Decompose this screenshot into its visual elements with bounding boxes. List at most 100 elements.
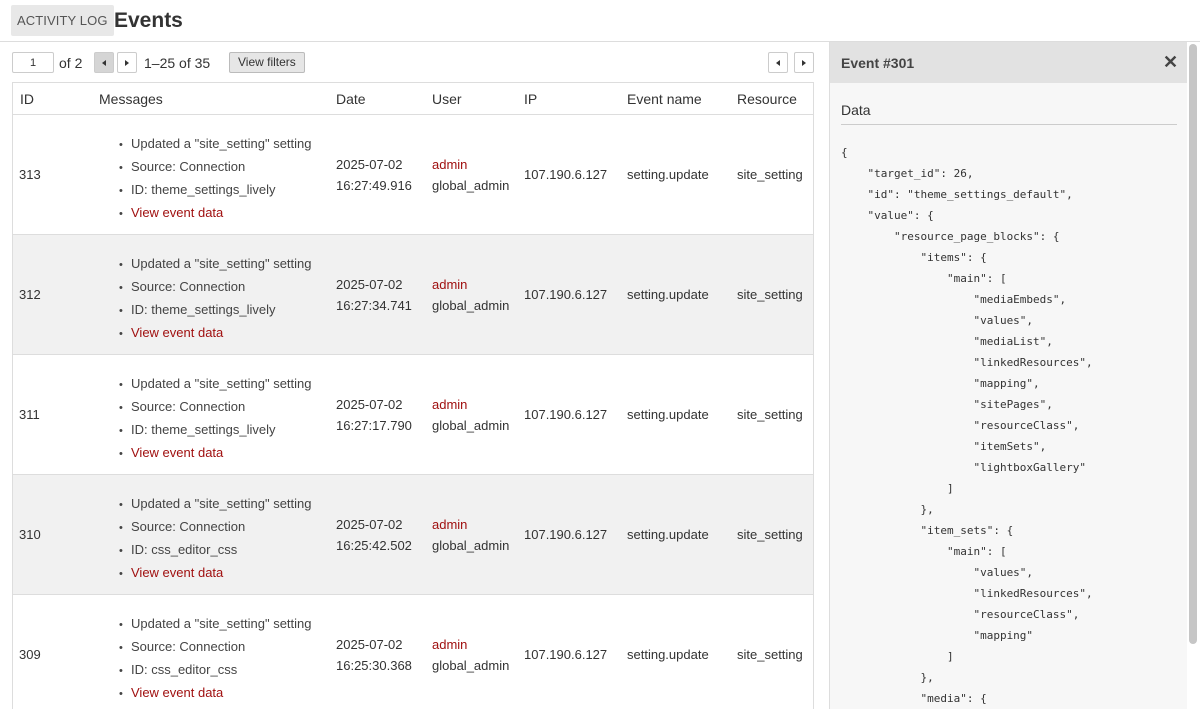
result-range: 1–25 of 35 [144, 55, 211, 71]
view-event-data-link[interactable]: View event data [131, 685, 223, 700]
table-row: 310 • Updated a "site_setting" setting • S… [13, 475, 813, 595]
message-text: Source: Connection [131, 519, 246, 534]
view-filters-button[interactable]: View filters [229, 52, 305, 73]
json-line: }, [841, 671, 934, 684]
json-line: "linkedResources", [841, 587, 1093, 600]
event-name: setting.update [627, 647, 709, 662]
column-header-date[interactable]: Date [336, 83, 366, 115]
event-id: 311 [19, 407, 40, 422]
page-header: ACTIVITY LOG Events [0, 0, 1200, 42]
column-header-ip[interactable]: IP [524, 83, 537, 115]
message-text: ID: theme_settings_lively [131, 302, 276, 317]
user-link[interactable]: admin [432, 154, 467, 175]
scrollbar-thumb[interactable] [1189, 44, 1197, 644]
event-id: 309 [19, 647, 41, 662]
message-item: • View event data [119, 565, 224, 580]
message-item: • View event data [119, 325, 224, 340]
caret-right-icon [802, 59, 806, 66]
message-text: Updated a "site_setting" setting [131, 256, 312, 271]
message-item: • ID: css_editor_css [119, 662, 238, 677]
page-number-input[interactable] [12, 52, 54, 73]
user-role: global_admin [432, 418, 510, 433]
event-date: 2025-07-02 [336, 277, 403, 292]
message-item: • ID: theme_settings_lively [119, 422, 276, 437]
view-event-data-link[interactable]: View event data [131, 325, 223, 340]
event-id: 312 [19, 287, 41, 302]
message-text: Updated a "site_setting" setting [131, 496, 312, 511]
user-link[interactable]: admin [432, 394, 467, 415]
page-count-label: of 2 [59, 55, 83, 71]
event-ip: 107.190.6.127 [524, 407, 608, 422]
next-page-button[interactable] [117, 52, 137, 73]
message-item: • Updated a "site_setting" setting [119, 376, 312, 391]
json-line: "target_id": 26, [841, 167, 974, 180]
column-header-id[interactable]: ID [20, 83, 34, 115]
json-line: "items": { [841, 251, 987, 264]
message-item: • Updated a "site_setting" setting [119, 616, 312, 631]
json-line: "media": { [841, 692, 987, 705]
user-link[interactable]: admin [432, 634, 467, 655]
caret-left-icon [776, 59, 780, 66]
message-item: • View event data [119, 685, 224, 700]
event-ip: 107.190.6.127 [524, 287, 608, 302]
view-event-data-link[interactable]: View event data [131, 445, 223, 460]
json-line: "resource_page_blocks": { [841, 230, 1060, 243]
event-name: setting.update [627, 287, 709, 302]
user-link[interactable]: admin [432, 274, 467, 295]
event-resource: site_setting [737, 167, 803, 182]
message-item: • ID: css_editor_css [119, 542, 238, 557]
breadcrumb-activity-log[interactable]: ACTIVITY LOG [11, 5, 114, 36]
column-header-resource[interactable]: Resource [737, 83, 797, 115]
message-text: Updated a "site_setting" setting [131, 136, 312, 151]
event-date: 2025-07-02 [336, 517, 403, 532]
close-icon[interactable]: ✕ [1163, 52, 1178, 72]
json-line: "main": [ [841, 272, 1007, 285]
previous-page-button[interactable] [94, 52, 114, 73]
message-text: Updated a "site_setting" setting [131, 616, 312, 631]
json-line: "mediaList", [841, 335, 1053, 348]
event-resource: site_setting [737, 407, 803, 422]
event-resource: site_setting [737, 287, 803, 302]
message-text: ID: css_editor_css [131, 542, 238, 557]
user-link[interactable]: admin [432, 514, 467, 535]
message-item: • Updated a "site_setting" setting [119, 496, 312, 511]
event-ip: 107.190.6.127 [524, 647, 608, 662]
column-header-user[interactable]: User [432, 83, 462, 115]
json-line: { [841, 146, 848, 159]
user-role: global_admin [432, 298, 510, 313]
json-line: }, [841, 503, 934, 516]
event-name: setting.update [627, 167, 709, 182]
column-header-event-name[interactable]: Event name [627, 83, 702, 115]
view-event-data-link[interactable]: View event data [131, 565, 223, 580]
message-item: • Source: Connection [119, 159, 246, 174]
event-resource: site_setting [737, 527, 803, 542]
user-role: global_admin [432, 658, 510, 673]
json-line: "main": [ [841, 545, 1007, 558]
sidebar-header: Event #301 ✕ [830, 42, 1188, 83]
page-title: Events [114, 9, 183, 32]
event-time: 16:25:30.368 [336, 658, 412, 673]
message-text: Source: Connection [131, 159, 246, 174]
sidebar-title: Event #301 [841, 55, 915, 71]
table-row: 312 • Updated a "site_setting" setting • S… [13, 235, 813, 355]
event-time: 16:25:42.502 [336, 538, 412, 553]
sidebar-previous-button[interactable] [768, 52, 788, 73]
event-date: 2025-07-02 [336, 157, 403, 172]
table-row: 313 • Updated a "site_setting" setting • S… [13, 115, 813, 235]
table-row: 311 • Updated a "site_setting" setting • S… [13, 355, 813, 475]
message-item: • Source: Connection [119, 279, 246, 294]
message-text: ID: theme_settings_lively [131, 422, 276, 437]
json-line: "itemSets", [841, 440, 1047, 453]
json-line: "values", [841, 566, 1034, 579]
json-line: "sitePages", [841, 398, 1053, 411]
view-event-data-link[interactable]: View event data [131, 205, 223, 220]
message-text: Source: Connection [131, 279, 246, 294]
message-item: • ID: theme_settings_lively [119, 182, 276, 197]
sidebar-next-button[interactable] [794, 52, 814, 73]
message-list: • Updated a "site_setting" setting • Sourc… [119, 253, 312, 345]
json-line: "id": "theme_settings_default", [841, 188, 1073, 201]
event-json-data: { "target_id": 26, "id": "theme_settings… [841, 142, 1093, 709]
event-id: 310 [19, 527, 41, 542]
message-text: Source: Connection [131, 639, 246, 654]
event-id: 313 [19, 167, 41, 182]
